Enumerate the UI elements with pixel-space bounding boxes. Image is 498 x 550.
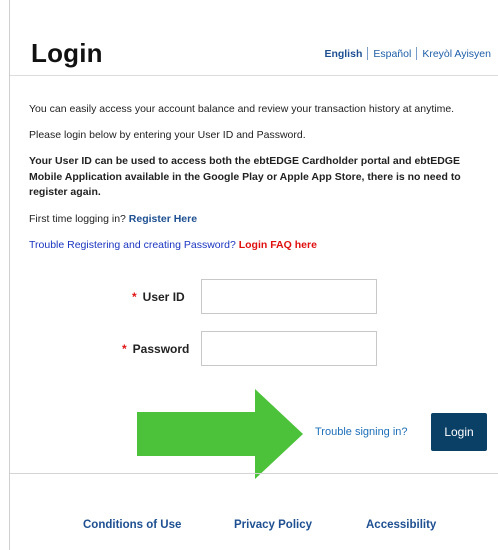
required-marker: * xyxy=(122,342,127,356)
language-english-link[interactable]: English xyxy=(324,48,362,60)
notice-text: Your User ID can be used to access both … xyxy=(29,155,461,198)
right-arrow-icon xyxy=(137,389,303,479)
language-kreyol-link[interactable]: Kreyòl Ayisyen xyxy=(422,48,491,60)
language-espanol-link[interactable]: Español xyxy=(373,48,411,60)
privacy-policy-link[interactable]: Privacy Policy xyxy=(234,519,312,531)
password-input[interactable] xyxy=(201,331,377,366)
login-button[interactable]: Login xyxy=(431,413,487,451)
instructions-line: Please login below by entering your User… xyxy=(29,129,306,141)
intro-line: You can easily access your account balan… xyxy=(29,103,455,115)
user-id-input[interactable] xyxy=(201,279,377,314)
language-divider xyxy=(367,47,369,60)
first-time-line: First time logging in? Register Here xyxy=(29,212,197,226)
trouble-registering-line: Trouble Registering and creating Passwor… xyxy=(29,238,317,252)
user-id-label-text: User ID xyxy=(142,290,185,304)
password-label-text: Password xyxy=(132,342,190,356)
trouble-registering-text: Trouble Registering and creating Passwor… xyxy=(29,239,239,251)
page-header: Login English Español Kreyòl Ayisyen xyxy=(10,0,498,76)
register-here-link[interactable]: Register Here xyxy=(129,213,197,225)
page-title: Login xyxy=(31,38,103,68)
footer-divider xyxy=(10,473,498,474)
accessibility-link[interactable]: Accessibility xyxy=(366,519,436,531)
first-time-text: First time logging in? xyxy=(29,213,129,225)
trouble-signing-in-link[interactable]: Trouble signing in? xyxy=(315,426,408,438)
password-label: * Password xyxy=(122,342,189,356)
language-divider xyxy=(416,47,418,60)
language-switcher: English Español Kreyòl Ayisyen xyxy=(324,47,491,60)
user-id-label: * User ID xyxy=(132,290,185,304)
required-marker: * xyxy=(132,290,137,304)
login-faq-link[interactable]: Login FAQ here xyxy=(239,239,317,251)
conditions-of-use-link[interactable]: Conditions of Use xyxy=(83,519,181,531)
